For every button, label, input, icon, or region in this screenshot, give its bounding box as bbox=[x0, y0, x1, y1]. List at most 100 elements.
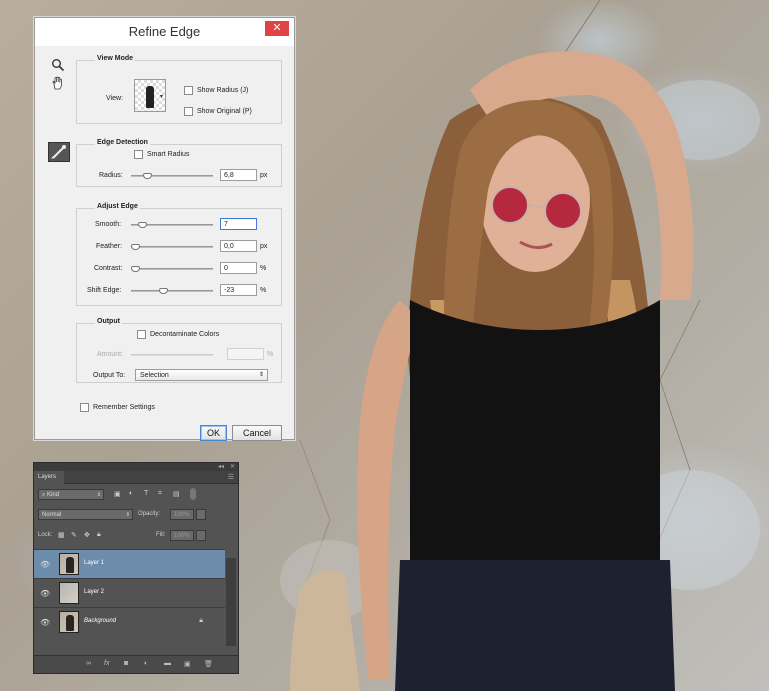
layers-footer: ∞ fx ◙ ◐ ▬ ▣ 🗑︎ bbox=[34, 655, 238, 673]
fill-field[interactable]: 100% bbox=[170, 530, 194, 541]
feather-slider[interactable] bbox=[131, 244, 213, 250]
mask-icon[interactable]: ◙ bbox=[124, 660, 128, 667]
hand-icon[interactable] bbox=[50, 76, 66, 92]
eye-icon[interactable]: 👁︎ bbox=[40, 618, 50, 627]
opacity-dropdown-button[interactable] bbox=[196, 509, 206, 520]
link-icon[interactable]: ∞ bbox=[86, 660, 91, 667]
view-label: View: bbox=[106, 95, 123, 102]
contrast-unit: % bbox=[260, 265, 267, 272]
view-preview-figure bbox=[146, 86, 154, 108]
lock-all-icon[interactable]: 🔒︎ bbox=[97, 531, 101, 539]
view-mode-heading: View Mode bbox=[95, 55, 136, 62]
filter-kind-select[interactable]: ⌕ Kind ⇕ bbox=[38, 489, 104, 500]
layer-row-layer-1[interactable]: 👁︎ Layer 1 bbox=[34, 549, 225, 578]
show-original-label: Show Original (P) bbox=[197, 108, 252, 115]
layer-thumbnail bbox=[59, 611, 79, 633]
fill-dropdown-button[interactable] bbox=[196, 530, 206, 541]
ok-button[interactable]: OK bbox=[200, 425, 227, 441]
layer-name: Background bbox=[84, 618, 117, 624]
opacity-label: Opacity: bbox=[138, 511, 161, 517]
adjustment-icon[interactable]: ◐ bbox=[144, 660, 148, 667]
output-to-value: Selection bbox=[140, 372, 169, 379]
smart-radius-checkbox[interactable] bbox=[134, 150, 143, 159]
filter-kind-value: Kind bbox=[47, 492, 60, 498]
chevron-updown-icon: ⇕ bbox=[125, 512, 130, 518]
output-to-label: Output To: bbox=[93, 372, 126, 379]
trash-icon[interactable]: 🗑︎ bbox=[204, 660, 213, 668]
layer-row-layer-2[interactable]: 👁︎ Layer 2 bbox=[34, 578, 225, 607]
shift-edge-field[interactable]: -23 bbox=[220, 284, 257, 296]
close-button[interactable]: ✕ bbox=[265, 21, 289, 36]
layer-thumbnail bbox=[59, 553, 79, 575]
decontaminate-colors-checkbox[interactable] bbox=[137, 330, 146, 339]
output-to-select[interactable]: Selection ⇕ bbox=[135, 369, 268, 381]
chevron-down-icon: ▾ bbox=[159, 94, 163, 100]
panel-menu-icon[interactable]: ☰ bbox=[228, 473, 234, 481]
feather-label: Feather: bbox=[96, 243, 123, 250]
feather-unit: px bbox=[260, 243, 268, 250]
contrast-field[interactable]: 0 bbox=[220, 262, 257, 274]
smart-radius-label: Smart Radius bbox=[147, 151, 190, 158]
amount-label: Amount: bbox=[97, 351, 124, 358]
filter-type-icon[interactable]: T bbox=[144, 490, 148, 497]
opacity-field[interactable]: 100% bbox=[170, 509, 194, 520]
refine-radius-brush-icon[interactable] bbox=[48, 142, 70, 162]
filter-toggle[interactable] bbox=[190, 488, 196, 500]
blend-mode-value: Normal bbox=[42, 512, 62, 518]
remember-settings-checkbox[interactable] bbox=[80, 403, 89, 412]
radius-unit: px bbox=[260, 172, 268, 179]
shift-edge-unit: % bbox=[260, 287, 267, 294]
eye-icon[interactable]: 👁︎ bbox=[40, 589, 50, 598]
layers-scrollbar[interactable] bbox=[226, 558, 236, 646]
contrast-slider[interactable] bbox=[131, 266, 213, 272]
output-heading: Output bbox=[95, 318, 122, 325]
filter-pixel-icon[interactable]: ▣ bbox=[114, 490, 121, 498]
edge-detection-heading: Edge Detection bbox=[95, 139, 150, 146]
amount-unit: % bbox=[267, 351, 274, 358]
shift-edge-slider-thumb[interactable] bbox=[158, 288, 168, 294]
adjust-edge-heading: Adjust Edge bbox=[95, 203, 140, 210]
panel-tabs: Layers ☰ bbox=[34, 471, 238, 484]
lock-icon: 🔒︎ bbox=[199, 617, 203, 624]
radius-field[interactable]: 6,8 bbox=[220, 169, 257, 181]
chevron-updown-icon: ⇕ bbox=[258, 372, 264, 378]
panel-title-strip[interactable]: ◂◂ ✕ bbox=[34, 463, 238, 471]
feather-field[interactable]: 0,0 bbox=[220, 240, 257, 252]
layer-thumbnail bbox=[59, 582, 79, 604]
lock-label: Lock: bbox=[38, 532, 53, 538]
show-original-checkbox[interactable] bbox=[184, 107, 193, 116]
zoom-icon[interactable] bbox=[50, 58, 66, 74]
smooth-field[interactable]: 7 bbox=[220, 218, 257, 230]
filter-row: ⌕ Kind ⇕ ▣ ◐ T ⌗ ▤ bbox=[34, 485, 238, 503]
chevron-updown-icon: ⇕ bbox=[96, 492, 101, 498]
smooth-slider[interactable] bbox=[131, 222, 213, 228]
folder-icon[interactable]: ▬ bbox=[164, 660, 171, 667]
close-icon[interactable]: ✕ bbox=[230, 463, 235, 470]
radius-slider[interactable] bbox=[131, 173, 213, 179]
cancel-button[interactable]: Cancel bbox=[232, 425, 282, 441]
collapse-icon[interactable]: ◂◂ bbox=[218, 463, 224, 470]
layer-row-background[interactable]: 👁︎ Background 🔒︎ bbox=[34, 607, 225, 636]
dialog-body: View Mode View: ▾ Show Radius (J) Show O… bbox=[35, 46, 294, 441]
amount-slider[interactable] bbox=[131, 354, 213, 356]
tab-layers[interactable]: Layers bbox=[34, 471, 64, 484]
lock-position-icon[interactable]: ✥ bbox=[84, 531, 90, 539]
filter-smart-object-icon[interactable]: ▤ bbox=[173, 490, 180, 498]
lock-row: Lock: ▦ ✎ ✥ 🔒︎ Fill: 100% bbox=[34, 527, 238, 545]
lock-transparent-icon[interactable]: ▦ bbox=[58, 531, 65, 539]
smooth-label: Smooth: bbox=[95, 221, 122, 228]
layers-panel: ◂◂ ✕ Layers ☰ ⌕ Kind ⇕ ▣ ◐ T ⌗ ▤ Normal … bbox=[33, 462, 239, 674]
blend-mode-select[interactable]: Normal ⇕ bbox=[38, 509, 133, 520]
contrast-label: Contrast: bbox=[94, 265, 123, 272]
amount-field[interactable] bbox=[227, 348, 264, 360]
dialog-titlebar[interactable]: Refine Edge ✕ bbox=[35, 18, 294, 46]
view-mode-selector[interactable]: ▾ bbox=[134, 79, 166, 112]
eye-icon[interactable]: 👁︎ bbox=[40, 560, 50, 569]
shift-edge-slider[interactable] bbox=[131, 288, 213, 294]
lock-pixels-icon[interactable]: ✎ bbox=[71, 531, 77, 539]
filter-shape-icon[interactable]: ⌗ bbox=[158, 490, 162, 498]
show-radius-checkbox[interactable] bbox=[184, 86, 193, 95]
new-layer-icon[interactable]: ▣ bbox=[184, 660, 191, 668]
filter-adjustment-icon[interactable]: ◐ bbox=[129, 490, 133, 497]
fx-icon[interactable]: fx bbox=[104, 660, 109, 667]
